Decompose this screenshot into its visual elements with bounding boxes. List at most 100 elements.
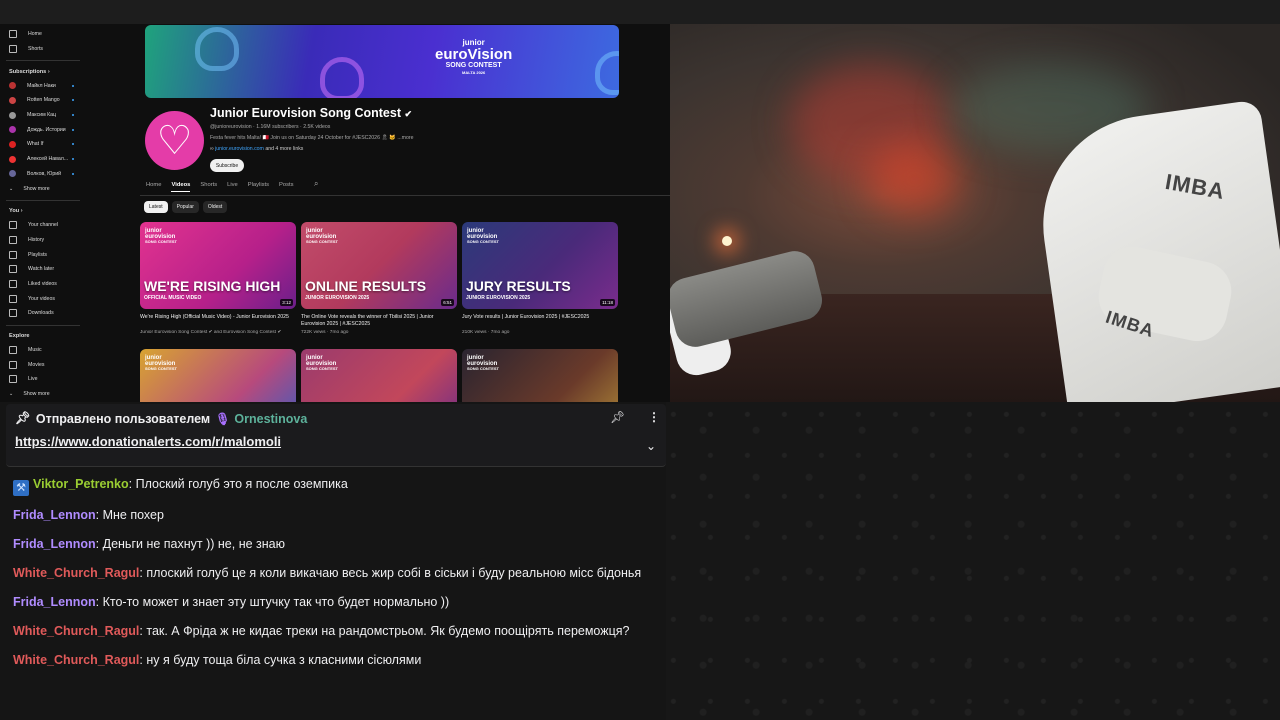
video-thumbnail[interactable]: junior eurovision SONG CONTEST ONLINE RESU… (301, 222, 457, 309)
subscription-item[interactable]: Rotten Mango (0, 93, 86, 108)
search-icon[interactable]: ⌕ (314, 179, 318, 189)
subscription-item[interactable]: Волков, Юрий (0, 167, 86, 182)
sidebar-item[interactable]: Playlists (0, 247, 86, 262)
sidebar-item[interactable]: Watch later (0, 262, 86, 277)
tab-shorts[interactable]: Shorts (200, 182, 217, 192)
video-thumbnail[interactable]: junior eurovision SONG CONTEST JURY RESULT… (462, 222, 618, 309)
chevron-down-icon: ⌄ (9, 185, 14, 192)
chat-username[interactable]: White_Church_Ragul (13, 624, 139, 638)
sidebar-item[interactable]: Shorts (0, 42, 86, 57)
chat-colon: : (95, 595, 103, 609)
subscription-item[interactable]: Майкл Наки (0, 78, 86, 93)
show-more-button[interactable]: ⌄ Show more (0, 181, 86, 196)
video-thumbnail[interactable]: junior eurovision SONG CONTEST (301, 349, 457, 402)
chip-popular[interactable]: Popular (171, 201, 199, 213)
video-duration: 3:12 (280, 299, 293, 306)
video-card[interactable]: junior eurovision SONG CONTEST JURY RESULT… (462, 222, 618, 335)
subscription-item[interactable]: What If (0, 137, 86, 152)
video-card[interactable]: junior eurovision SONG CONTEST (140, 349, 296, 402)
channel-avatar-icon (9, 126, 16, 134)
webcam-feed: IMBA IMBA (670, 24, 1280, 402)
channel-tabs: Home Videos Shorts Live Playlists Posts (146, 182, 294, 192)
subscriptions-header[interactable]: Subscriptions › (0, 65, 86, 78)
sidebar-item[interactable]: Downloads (0, 306, 86, 321)
unpin-icon[interactable]: 📌︎ (610, 410, 625, 424)
channel-title: Junior Eurovision Song Contest ✔ (210, 106, 413, 120)
chat-message: White_Church_Ragul: так. А Фріда ж не ки… (6, 617, 666, 646)
heart-shape (595, 51, 619, 95)
chip-oldest[interactable]: Oldest (202, 201, 228, 213)
tab-playlists[interactable]: Playlists (248, 182, 269, 192)
subscription-item[interactable]: Алексей Навал... (0, 152, 86, 167)
subscription-item[interactable]: Максим Кац (0, 108, 86, 123)
new-content-dot (72, 99, 74, 102)
chat-message: Frida_Lennon: Мне похер (6, 501, 666, 530)
chip-latest[interactable]: Latest (144, 201, 168, 213)
video-title[interactable]: Jury Vote results | Junior Eurovision 20… (462, 314, 618, 328)
new-content-dot (72, 143, 74, 146)
video-card[interactable]: junior eurovision SONG CONTEST ONLINE RESU… (301, 222, 457, 335)
pinned-link[interactable]: https://www.donationalerts.com/r/malomol… (15, 434, 281, 449)
you-header[interactable]: You › (0, 205, 86, 218)
chat-message: Frida_Lennon: Кто-то может и знает эту ш… (6, 588, 666, 617)
channel-avatar[interactable]: ♡ (145, 111, 204, 170)
chat-username[interactable]: White_Church_Ragul (13, 566, 139, 580)
video-thumbnail[interactable]: junior eurovision SONG CONTEST WE'RE RISIN… (140, 222, 296, 309)
divider (6, 324, 80, 326)
watch-later-icon (9, 265, 17, 274)
more-options-icon[interactable]: ⋮ (648, 410, 660, 424)
video-card[interactable]: junior eurovision SONG CONTEST (462, 349, 618, 402)
chat-text: плоский голуб це я коли викачаю весь жир… (146, 566, 642, 580)
show-more-button[interactable]: ⌄ Show more (0, 387, 86, 402)
sidebar-item[interactable]: Movies (0, 357, 86, 372)
pinned-header: 📌︎ Отправлено пользователем 🎙︎ Ornestino… (15, 411, 307, 426)
channel-avatar-icon (9, 96, 16, 104)
video-card[interactable]: junior eurovision SONG CONTEST (301, 349, 457, 402)
microphone-icon: 🎙︎ (215, 411, 231, 426)
video-card[interactable]: junior eurovision SONG CONTEST WE'RE RISIN… (140, 222, 296, 335)
new-content-dot (72, 84, 74, 87)
chat-username[interactable]: Viktor_Petrenko (33, 477, 129, 491)
chat-message: White_Church_Ragul: ну я буду тоща біла … (6, 646, 666, 675)
chat-username[interactable]: Frida_Lennon (13, 595, 96, 609)
pinned-message: 📌︎ Отправлено пользователем 🎙︎ Ornestino… (6, 404, 666, 467)
chat-username[interactable]: White_Church_Ragul (13, 653, 139, 667)
tab-home[interactable]: Home (146, 182, 161, 192)
channel-avatar-icon (9, 140, 16, 148)
youtube-window: Home Shorts Subscriptions › Майкл Наки Rotte… (0, 24, 670, 402)
subscription-item[interactable]: Дождь. Истории (0, 122, 86, 137)
chat-colon: : (95, 508, 103, 522)
video-thumbnail[interactable]: junior eurovision SONG CONTEST (462, 349, 618, 402)
sidebar-item[interactable]: Home (0, 27, 86, 42)
video-duration: 11:18 (600, 299, 615, 306)
tab-videos[interactable]: Videos (171, 182, 191, 192)
sidebar-item[interactable]: History (0, 233, 86, 248)
video-thumbnail[interactable]: junior eurovision SONG CONTEST (140, 349, 296, 402)
channel-links[interactable]: ∞ junior.eurovision.com and 4 more links (210, 146, 303, 152)
sidebar-item[interactable]: Your channel (0, 218, 86, 233)
chat-text: Деньги не пахнут )) не, не знаю (102, 537, 285, 551)
pinned-user[interactable]: Ornestinova (234, 412, 307, 426)
chat-username[interactable]: Frida_Lennon (13, 537, 96, 551)
new-content-dot (72, 158, 74, 161)
chevron-down-icon[interactable]: ⌄ (646, 439, 656, 453)
sidebar-item[interactable]: Music (0, 343, 86, 358)
video-title[interactable]: We're Rising High (Official Music Video)… (140, 314, 296, 328)
new-content-dot (72, 114, 74, 117)
sidebar-item[interactable]: Your videos (0, 291, 86, 306)
tab-divider (140, 195, 670, 196)
liked-icon (9, 279, 17, 288)
sidebar-item[interactable]: Live (0, 372, 86, 387)
subscribe-button[interactable]: Subscribe (210, 159, 244, 172)
sidebar-item[interactable]: Liked videos (0, 277, 86, 292)
chat-message: Frida_Lennon: Деньги не пахнут )) не, не… (6, 530, 666, 559)
tab-posts[interactable]: Posts (279, 182, 294, 192)
thumbnail-subtitle: JUNIOR EUROVISION 2025 (466, 295, 531, 301)
chat-username[interactable]: Frida_Lennon (13, 508, 96, 522)
channel-avatar-icon (9, 155, 16, 163)
divider (6, 60, 80, 62)
thumbnail-logo: junior eurovision SONG CONTEST (306, 228, 339, 244)
channel-description[interactable]: Festa fever hits Malta! 🇲🇹 Join us on Sa… (210, 135, 413, 141)
tab-live[interactable]: Live (227, 182, 238, 192)
video-title[interactable]: The Online Vote reveals the winner of Tb… (301, 314, 457, 328)
